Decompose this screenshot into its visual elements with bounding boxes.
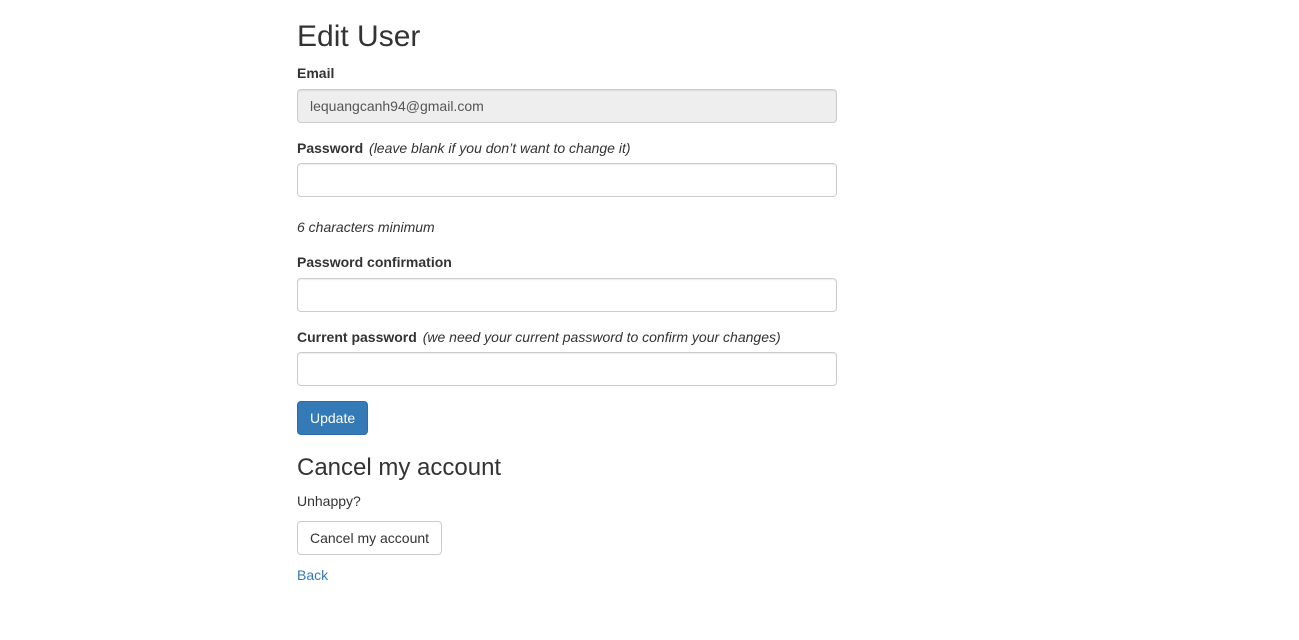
password-hint: (leave blank if you don’t want to change… bbox=[369, 140, 631, 156]
password-label: Password (leave blank if you don’t want … bbox=[297, 138, 631, 158]
password-field[interactable] bbox=[297, 163, 837, 197]
page-title: Edit User bbox=[297, 20, 421, 53]
cancel-account-title: Cancel my account bbox=[297, 454, 502, 481]
current-password-label-text: Current password bbox=[297, 329, 417, 345]
current-password-label: Current password (we need your current p… bbox=[297, 327, 781, 347]
unhappy-text: Unhappy? bbox=[297, 493, 361, 509]
current-password-field[interactable] bbox=[297, 352, 837, 386]
back-link[interactable]: Back bbox=[297, 565, 328, 585]
cancel-account-button[interactable]: Cancel my account bbox=[297, 521, 443, 555]
password-help-text: 6 characters minimum bbox=[297, 219, 435, 235]
email-label: Email bbox=[297, 63, 334, 83]
password-confirmation-field[interactable] bbox=[297, 278, 837, 312]
password-confirmation-label-text: Password confirmation bbox=[297, 254, 452, 270]
password-confirmation-label: Password confirmation bbox=[297, 252, 452, 272]
password-label-text: Password bbox=[297, 140, 364, 156]
current-password-hint: (we need your current password to confir… bbox=[422, 329, 781, 345]
email-field[interactable] bbox=[297, 89, 837, 123]
update-button[interactable]: Update bbox=[297, 401, 369, 435]
email-label-text: Email bbox=[297, 65, 335, 81]
